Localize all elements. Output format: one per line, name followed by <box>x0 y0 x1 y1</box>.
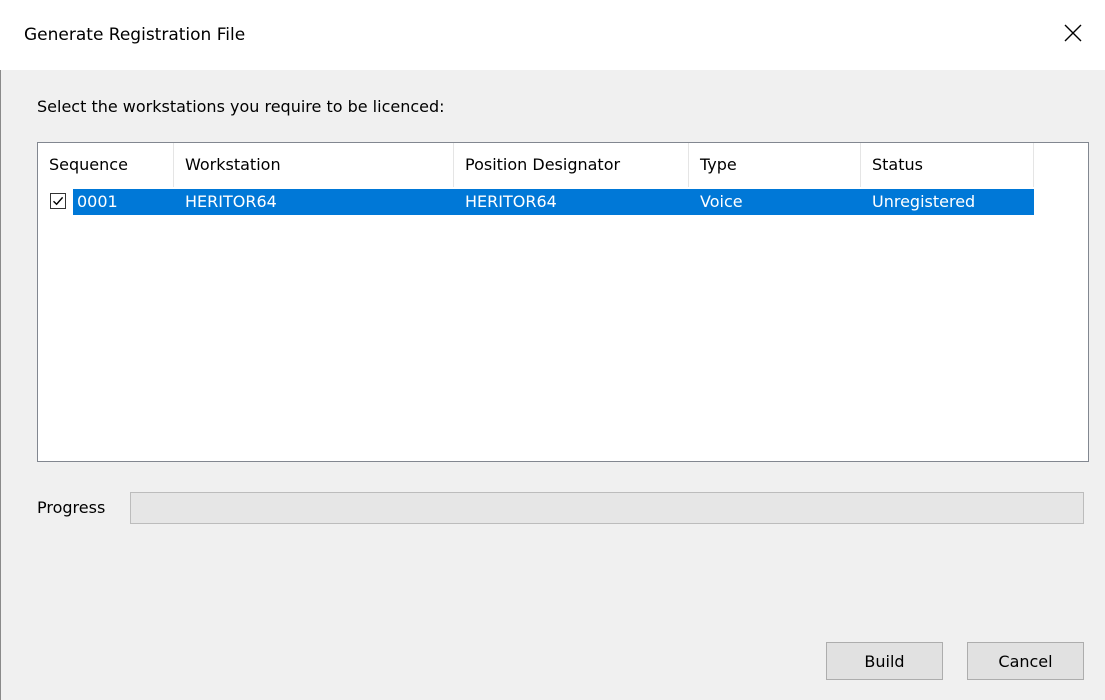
progress-label: Progress <box>37 498 106 517</box>
workstation-list[interactable]: Sequence Workstation Position Designator… <box>37 142 1089 462</box>
close-icon <box>1064 24 1082 42</box>
cell-position-designator: HERITOR64 <box>465 192 557 211</box>
cell-status: Unregistered <box>872 192 976 211</box>
cell-workstation: HERITOR64 <box>185 192 277 211</box>
cancel-button[interactable]: Cancel <box>967 642 1084 680</box>
title-bar: Generate Registration File <box>0 0 1105 70</box>
cell-sequence: 0001 <box>77 192 118 211</box>
window-title: Generate Registration File <box>24 25 246 45</box>
window-left-border <box>0 0 1 700</box>
table-row[interactable]: 0001 HERITOR64 HERITOR64 Voice Unregiste… <box>38 143 1088 461</box>
progress-bar <box>130 492 1084 524</box>
build-button[interactable]: Build <box>826 642 943 680</box>
check-icon <box>53 196 64 206</box>
instruction-label: Select the workstations you require to b… <box>37 97 445 116</box>
row-checkbox[interactable] <box>50 193 66 209</box>
close-button[interactable] <box>1041 0 1105 66</box>
cell-type: Voice <box>700 192 743 211</box>
